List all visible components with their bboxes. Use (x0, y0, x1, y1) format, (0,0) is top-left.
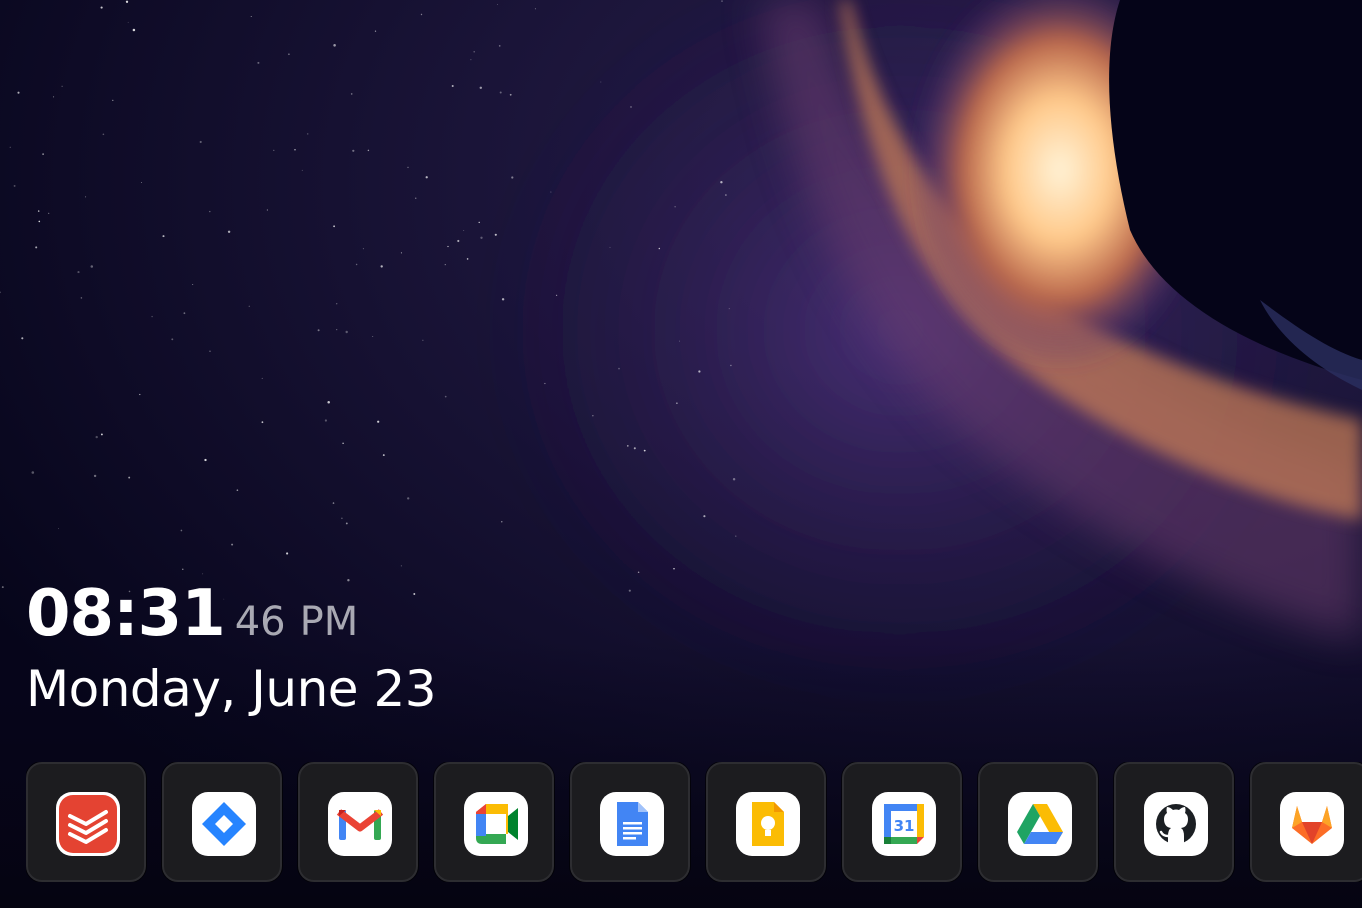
google-keep-icon (736, 792, 800, 856)
dock-app-jira[interactable] (162, 762, 282, 882)
desktop: 08:31 46 PM Monday, June 23 31 (0, 0, 1362, 908)
google-calendar-icon: 31 (872, 792, 936, 856)
google-meet-icon (464, 792, 528, 856)
dock-app-todoist[interactable] (26, 762, 146, 882)
time-am-pm: PM (299, 599, 359, 645)
time-row: 08:31 46 PM (26, 582, 436, 658)
dock-app-google-keep[interactable] (706, 762, 826, 882)
app-dock: 31 (26, 762, 1362, 882)
dock-app-gitlab[interactable] (1250, 762, 1362, 882)
clock-widget: 08:31 46 PM Monday, June 23 (26, 582, 437, 718)
date-label: Monday, June 23 (26, 660, 437, 718)
dock-app-google-docs[interactable] (570, 762, 690, 882)
dock-app-google-meet[interactable] (434, 762, 554, 882)
jira-icon (192, 792, 256, 856)
google-drive-icon (1008, 792, 1072, 856)
time-seconds: 46 (234, 599, 286, 645)
todoist-icon (56, 792, 120, 856)
calendar-day-number: 31 (894, 817, 915, 835)
time-hours-minutes: 08:31 (26, 577, 226, 651)
dock-app-github[interactable] (1114, 762, 1234, 882)
google-docs-icon (600, 792, 664, 856)
gitlab-icon (1280, 792, 1344, 856)
dock-app-google-drive[interactable] (978, 762, 1098, 882)
dock-app-gmail[interactable] (298, 762, 418, 882)
dock-app-google-calendar[interactable]: 31 (842, 762, 962, 882)
gmail-icon (328, 792, 392, 856)
github-icon (1144, 792, 1208, 856)
